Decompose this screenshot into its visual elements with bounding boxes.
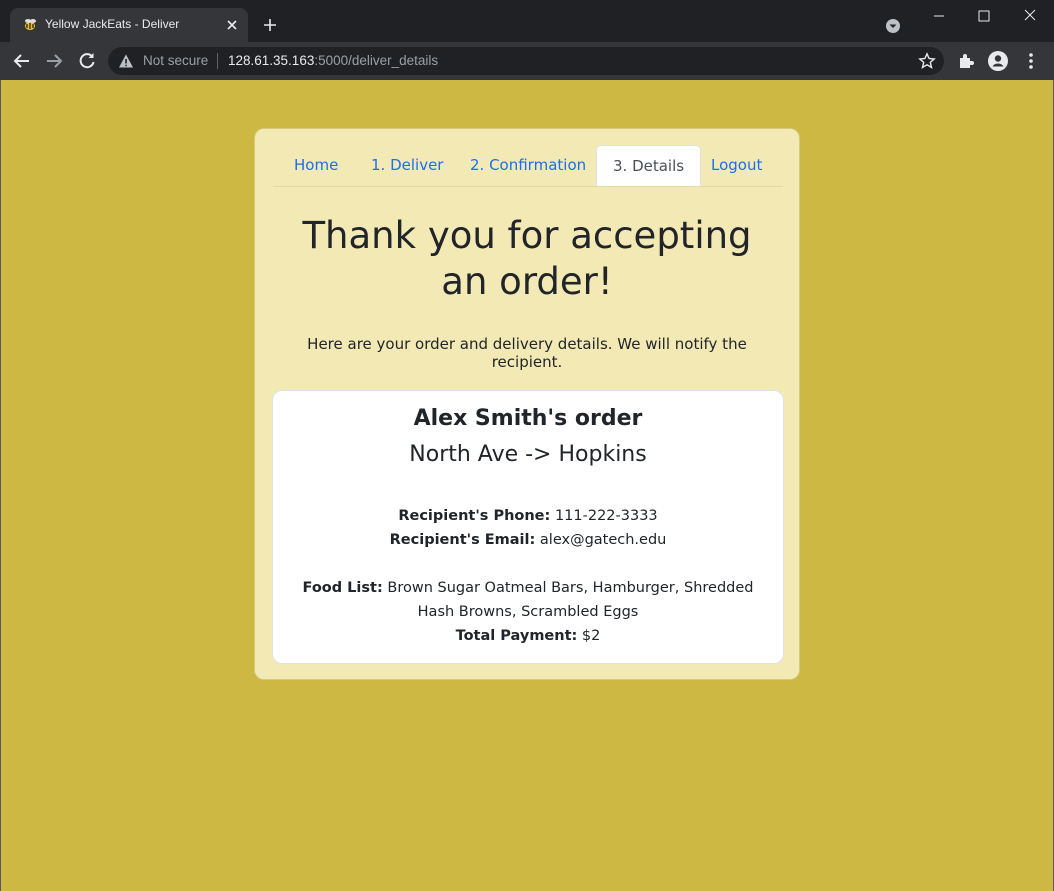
page-subtext: Here are your order and delivery details… [307, 335, 747, 371]
phone-value: 111-222-3333 [554, 508, 658, 524]
food-list-label: Food List: [302, 580, 383, 596]
address-divider [217, 53, 218, 69]
minimize-icon[interactable] [928, 6, 950, 26]
url-path: :5000/deliver_details [314, 53, 439, 68]
recipient-phone: Recipient's Phone: 111-222-3333 [283, 504, 773, 528]
maximize-icon[interactable] [973, 6, 995, 26]
security-label[interactable]: Not secure [143, 53, 208, 68]
food-list-value: Brown Sugar Oatmeal Bars, Hamburger, Shr… [387, 580, 754, 620]
forward-arrow-icon[interactable] [44, 51, 64, 71]
total-payment: Total Payment: $2 [283, 624, 773, 648]
email-value: alex@gatech.edu [539, 532, 667, 548]
extensions-puzzle-icon[interactable] [956, 51, 976, 71]
nav-deliver[interactable]: 1. Deliver [371, 145, 443, 186]
browser-toolbar: Not secure 128.61.35.163:5000/deliver_de… [0, 42, 1054, 80]
recipient-email: Recipient's Email: alex@gatech.edu [283, 528, 773, 552]
tab-title: Yellow JackEats - Deliver [45, 17, 180, 31]
nav-logout[interactable]: Logout [711, 145, 762, 186]
back-arrow-icon[interactable] [12, 51, 32, 71]
close-window-icon[interactable] [1019, 6, 1041, 26]
close-tab-icon[interactable] [224, 17, 240, 33]
browser-tab[interactable]: Yellow JackEats - Deliver [10, 8, 248, 42]
page-heading: Thank you for accepting an order! [302, 214, 752, 303]
new-tab-icon[interactable] [262, 17, 278, 33]
tab-strip: Yellow JackEats - Deliver [0, 0, 1054, 42]
payment-label: Total Payment: [455, 628, 578, 644]
browser-chrome: Yellow JackEats - Deliver Not secure 128… [0, 0, 1054, 80]
profile-avatar-icon[interactable] [988, 51, 1008, 71]
tab-search-icon[interactable] [885, 18, 901, 34]
warning-icon[interactable] [118, 53, 134, 69]
bookmark-star-icon[interactable] [918, 52, 936, 70]
details-card: Home 1. Deliver 2. Confirmation 3. Detai… [254, 128, 800, 680]
order-route: North Ave -> Hopkins [409, 442, 647, 467]
address-bar[interactable]: Not secure 128.61.35.163:5000/deliver_de… [108, 47, 944, 75]
phone-label: Recipient's Phone: [398, 508, 551, 524]
email-label: Recipient's Email: [389, 532, 536, 548]
nav-confirmation[interactable]: 2. Confirmation [470, 145, 586, 186]
order-card: Alex Smith's order North Ave -> Hopkins … [272, 390, 784, 664]
nav-home[interactable]: Home [294, 145, 338, 186]
reload-icon[interactable] [77, 51, 97, 71]
payment-value: $2 [581, 628, 601, 644]
food-list: Food List: Brown Sugar Oatmeal Bars, Ham… [283, 576, 773, 624]
url-host: 128.61.35.163 [228, 53, 315, 68]
kebab-menu-icon[interactable] [1021, 51, 1041, 71]
nav-details[interactable]: 3. Details [596, 145, 702, 186]
window-border-left [0, 80, 1, 891]
yellow-jacket-favicon-icon [25, 19, 36, 30]
nav-tabs: Home 1. Deliver 2. Confirmation 3. Detai… [273, 145, 783, 187]
order-title: Alex Smith's order [413, 406, 643, 431]
url-text[interactable]: 128.61.35.163:5000/deliver_details [228, 53, 438, 68]
